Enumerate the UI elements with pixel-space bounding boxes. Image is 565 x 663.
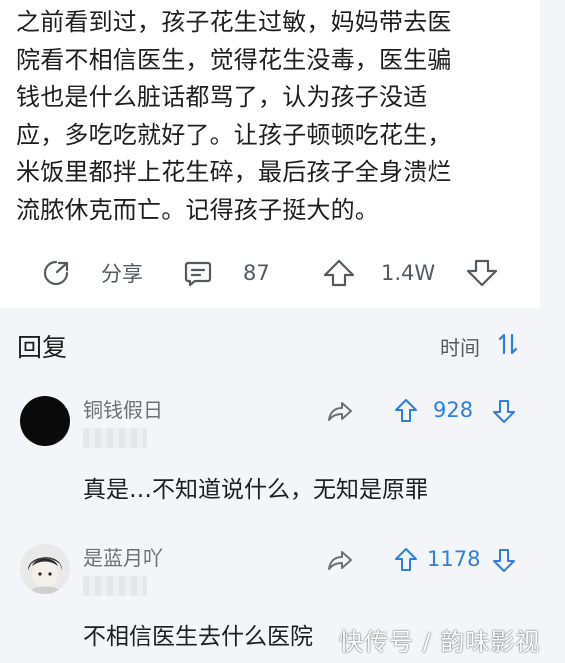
post-line: 米饭里都拌上花生碎，最后孩子全身溃烂 <box>16 158 452 186</box>
comment-item: 铜钱假日 928 真是…不知道说什么，无知是原罪 <box>0 380 565 520</box>
comment-upvote-icon[interactable] <box>394 547 418 577</box>
comment-meta-blurred <box>83 576 147 596</box>
downvote-icon[interactable] <box>465 250 499 296</box>
sort-icon[interactable] <box>498 332 518 360</box>
watermark: 快传号 / 韵味影视 <box>339 628 541 656</box>
avatar[interactable] <box>20 396 70 446</box>
comment-icon[interactable] <box>182 250 214 296</box>
sort-button[interactable]: 时间 <box>440 332 480 361</box>
share-icon[interactable] <box>40 250 72 296</box>
upvote-icon[interactable] <box>322 250 356 296</box>
comment-upvote-count: 928 <box>433 398 474 422</box>
upvote-count[interactable]: 1.4W <box>381 250 435 296</box>
post-line: 应，多吃吃就好了。让孩子顿顿吃花生， <box>16 120 452 149</box>
comment-upvote-count: 1178 <box>427 547 481 571</box>
post-line: 院看不相信医生，觉得花生没毒，医生骗 <box>16 45 452 74</box>
post-line: 流脓休克而亡。记得孩子挺大的。 <box>16 195 379 224</box>
reply-header: 回复 时间 <box>0 308 565 380</box>
reply-title: 回复 <box>17 333 68 362</box>
comment-author[interactable]: 铜钱假日 <box>83 394 163 423</box>
comment-text: 真是…不知道说什么，无知是原罪 <box>83 477 428 503</box>
comment-upvote-icon[interactable] <box>394 398 418 428</box>
post-actions: 分享 87 1.4W <box>0 250 540 296</box>
comment-meta-blurred <box>83 428 147 448</box>
comment-text: 不相信医生去什么医院 <box>83 624 313 650</box>
comment-downvote-icon[interactable] <box>492 398 516 428</box>
comment-count[interactable]: 87 <box>243 250 270 296</box>
post-line: 之前看到过，孩子花生过敏，妈妈带去医 <box>16 8 452 36</box>
share-button[interactable]: 分享 <box>101 250 143 296</box>
comment-downvote-icon[interactable] <box>492 547 516 577</box>
forward-icon[interactable] <box>327 399 353 427</box>
comment-author[interactable]: 是蓝月吖 <box>83 542 163 571</box>
forward-icon[interactable] <box>327 548 353 576</box>
post-line: 钱也是什么脏话都骂了，认为孩子没适 <box>16 83 428 111</box>
post-card: 之前看到过，孩子花生过敏，妈妈带去医 院看不相信医生，觉得花生没毒，医生骗 钱也… <box>0 0 540 308</box>
avatar[interactable] <box>20 544 70 594</box>
post-body: 之前看到过，孩子花生过敏，妈妈带去医 院看不相信医生，觉得花生没毒，医生骗 钱也… <box>16 4 528 229</box>
